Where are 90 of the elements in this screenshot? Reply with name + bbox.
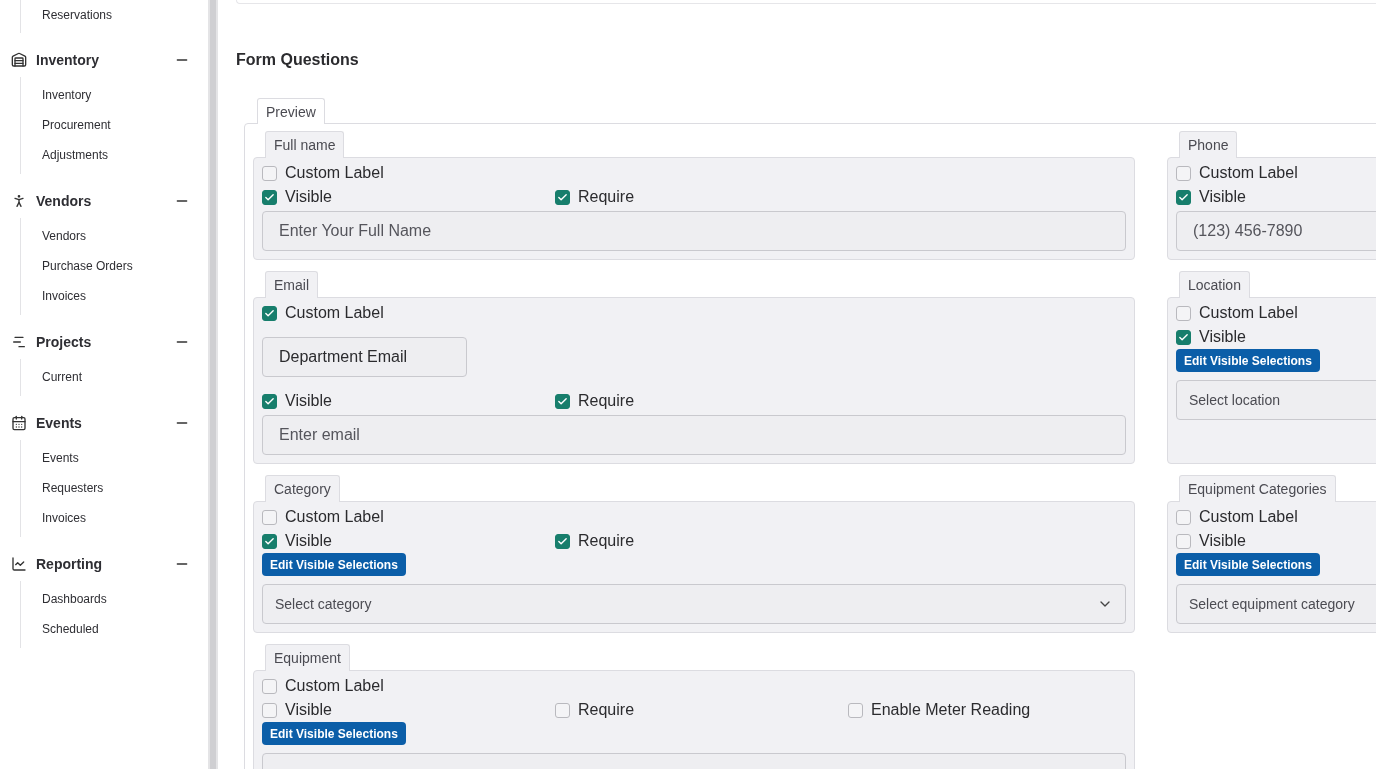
- checkbox[interactable]: [555, 189, 570, 205]
- checkbox-label: Custom Label: [285, 303, 384, 323]
- line-chart-icon: [11, 556, 27, 572]
- check-icon: [1178, 191, 1189, 203]
- check-icon: [557, 191, 568, 203]
- checkbox-label: Require: [578, 187, 635, 207]
- checkbox[interactable]: [262, 305, 277, 321]
- field-legend: Email: [265, 271, 318, 298]
- sidebar-group-title[interactable]: Inventory: [36, 49, 174, 71]
- chart-icon: [11, 334, 27, 350]
- input-field[interactable]: Enter Your Full Name: [262, 211, 1126, 251]
- checkbox[interactable]: [555, 393, 570, 409]
- checkbox[interactable]: [262, 533, 277, 549]
- check-icon: [1178, 331, 1189, 343]
- check-icon: [264, 395, 275, 407]
- sidebar-item[interactable]: Invoices: [42, 503, 208, 533]
- check-icon: [557, 395, 568, 407]
- sidebar-item[interactable]: Dashboards: [42, 584, 208, 614]
- checkbox-label: Require: [578, 391, 635, 411]
- edit-selections-button[interactable]: Edit Visible Selections: [262, 553, 406, 576]
- checkbox-label: Visible: [1199, 531, 1246, 551]
- sidebar-group-title[interactable]: Events: [36, 412, 174, 434]
- select-field[interactable]: Select location: [1176, 380, 1376, 420]
- checkbox[interactable]: [555, 702, 570, 718]
- check-icon: [264, 535, 275, 547]
- edit-selections-button[interactable]: Edit Visible Selections: [1176, 553, 1320, 576]
- person-icon: [11, 193, 27, 209]
- field-legend: Equipment: [265, 644, 350, 671]
- field-legend: Equipment Categories: [1179, 475, 1336, 502]
- sidebar-item[interactable]: Procurement: [42, 110, 208, 140]
- checkbox-label: Require: [578, 700, 635, 720]
- sidebar-item[interactable]: Reservations: [42, 7, 208, 23]
- checkbox[interactable]: [262, 189, 277, 205]
- checkbox-label: Enable Meter Reading: [871, 700, 1031, 720]
- sidebar-item[interactable]: Purchase Orders: [42, 251, 208, 281]
- checkbox-label: Visible: [285, 531, 332, 551]
- sidebar-item[interactable]: Events: [42, 443, 208, 473]
- calendar-icon: [11, 415, 27, 431]
- checkbox-label: Visible: [285, 700, 332, 720]
- checkbox-label: Visible: [1199, 327, 1246, 347]
- field-legend: Location: [1179, 271, 1250, 298]
- select-field[interactable]: Select category: [262, 584, 1126, 624]
- sidebar-group-title[interactable]: Projects: [36, 331, 174, 353]
- checkbox[interactable]: [1176, 305, 1191, 321]
- checkbox[interactable]: [262, 678, 277, 694]
- checkbox-label: Custom Label: [285, 507, 384, 527]
- checkbox-label: Visible: [285, 391, 332, 411]
- check-icon: [557, 535, 568, 547]
- checkbox-label: Custom Label: [1199, 303, 1298, 323]
- edit-selections-button[interactable]: Edit Visible Selections: [1176, 349, 1320, 372]
- custom-label-field[interactable]: Department Email: [262, 337, 467, 377]
- sidebar-item[interactable]: Requesters: [42, 473, 208, 503]
- input-field[interactable]: (123) 456-7890: [1176, 211, 1376, 251]
- sidebar-item[interactable]: Invoices: [42, 281, 208, 311]
- section-title: Form Questions: [236, 50, 360, 70]
- checkbox[interactable]: [555, 533, 570, 549]
- input-field[interactable]: Enter email: [262, 415, 1126, 455]
- checkbox-label: Custom Label: [1199, 163, 1298, 183]
- sidebar-item[interactable]: Current: [42, 362, 208, 392]
- edit-selections-button[interactable]: Edit Visible Selections: [262, 722, 406, 745]
- checkbox-label: Custom Label: [285, 676, 384, 696]
- sidebar-item[interactable]: Scheduled: [42, 614, 208, 644]
- field-legend: Full name: [265, 131, 345, 158]
- checkbox[interactable]: [262, 165, 277, 181]
- checkbox-label: Visible: [285, 187, 332, 207]
- select-field[interactable]: Select equipment category: [1176, 584, 1376, 624]
- warehouse-icon: [11, 52, 27, 68]
- check-icon: [264, 307, 275, 319]
- checkbox[interactable]: [262, 393, 277, 409]
- checkbox[interactable]: [262, 509, 277, 525]
- sidebar-item[interactable]: Adjustments: [42, 140, 208, 170]
- field-legend: Category: [265, 475, 340, 502]
- checkbox-label: Custom Label: [285, 163, 384, 183]
- sidebar-group-title[interactable]: Reporting: [36, 553, 174, 575]
- checkbox[interactable]: [262, 702, 277, 718]
- field-legend: Phone: [1179, 131, 1238, 158]
- checkbox[interactable]: [1176, 509, 1191, 525]
- checkbox-label: Require: [578, 531, 635, 551]
- checkbox[interactable]: [1176, 329, 1191, 345]
- sidebar-group-title[interactable]: Vendors: [36, 190, 174, 212]
- sidebar-item[interactable]: Vendors: [42, 221, 208, 251]
- preview-legend: Preview: [257, 98, 325, 124]
- checkbox[interactable]: [1176, 165, 1191, 181]
- checkbox-label: Custom Label: [1199, 507, 1298, 527]
- checkbox-label: Visible: [1199, 187, 1246, 207]
- check-icon: [264, 191, 275, 203]
- checkbox[interactable]: [1176, 189, 1191, 205]
- sidebar-item[interactable]: Inventory: [42, 80, 208, 110]
- checkbox[interactable]: [848, 702, 863, 718]
- checkbox[interactable]: [1176, 533, 1191, 549]
